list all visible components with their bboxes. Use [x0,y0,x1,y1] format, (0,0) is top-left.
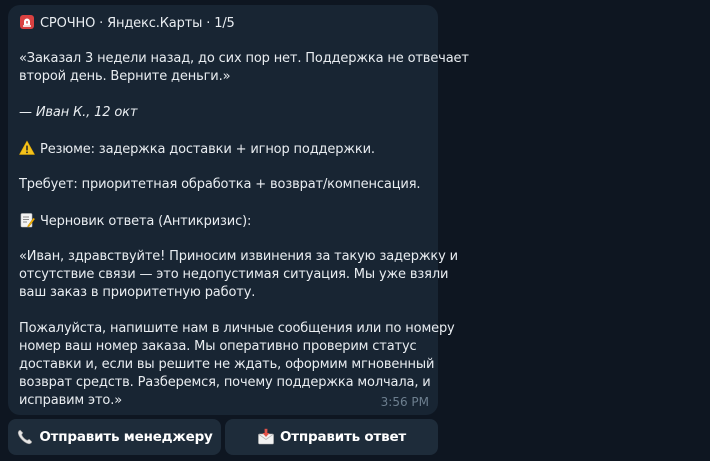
quote-line: второй день. Верните деньги.» [19,69,231,84]
phone-receiver-icon [18,429,33,445]
message-time: 3:56 PM [380,395,429,409]
summary-text: Резюме: задержка доставки + игнор поддер… [40,142,375,157]
send-to-manager-button[interactable]: Отправить менеджеру [8,419,221,455]
envelope-with-arrow-icon [258,428,274,445]
draft-line: «Иван, здравствуйте! Приносим извинения … [19,249,458,264]
send-reply-button[interactable]: Отправить ответ [225,419,438,455]
rotating-light-icon [20,15,34,29]
draft-line: Пожалуйста, напишите нам в личные сообще… [19,321,455,336]
draft-line: ваш заказ в приоритетную работу. [19,285,256,300]
draft-heading: Черновик ответа (Антикризис): [19,212,427,230]
draft-line: номер ваш номер заказа. Мы оперативно пр… [19,339,417,354]
requires-line: Требует: приоритетная обработка + возвра… [19,177,421,192]
draft-heading-text: Черновик ответа (Антикризис): [40,214,252,229]
message-bubble: СРОЧНО · Яндекс.Карты · 1/5 «Заказал 3 н… [8,5,469,415]
draft-line: исправим это.» [19,393,123,408]
message-header: СРОЧНО · Яндекс.Карты · 1/5 [19,14,427,32]
author-signature: — Иван К., 12 окт [19,105,138,120]
send-to-manager-label: Отправить менеджеру [39,429,213,445]
draft-line: доставки и, если вы решите не ждать, офо… [19,357,435,372]
quote-line: «Заказал 3 недели назад, до сих пор нет.… [19,51,469,66]
summary-line: Резюме: задержка доставки + игнор поддер… [19,140,427,158]
memo-icon [20,213,35,228]
warning-icon [19,140,35,155]
send-reply-label: Отправить ответ [279,429,407,445]
draft-line: отсутствие связи — это недопустимая ситу… [19,267,449,282]
draft-line: возврат средств. Разберемся, почему подд… [19,375,431,390]
header-text: СРОЧНО · Яндекс.Карты · 1/5 [40,16,235,31]
